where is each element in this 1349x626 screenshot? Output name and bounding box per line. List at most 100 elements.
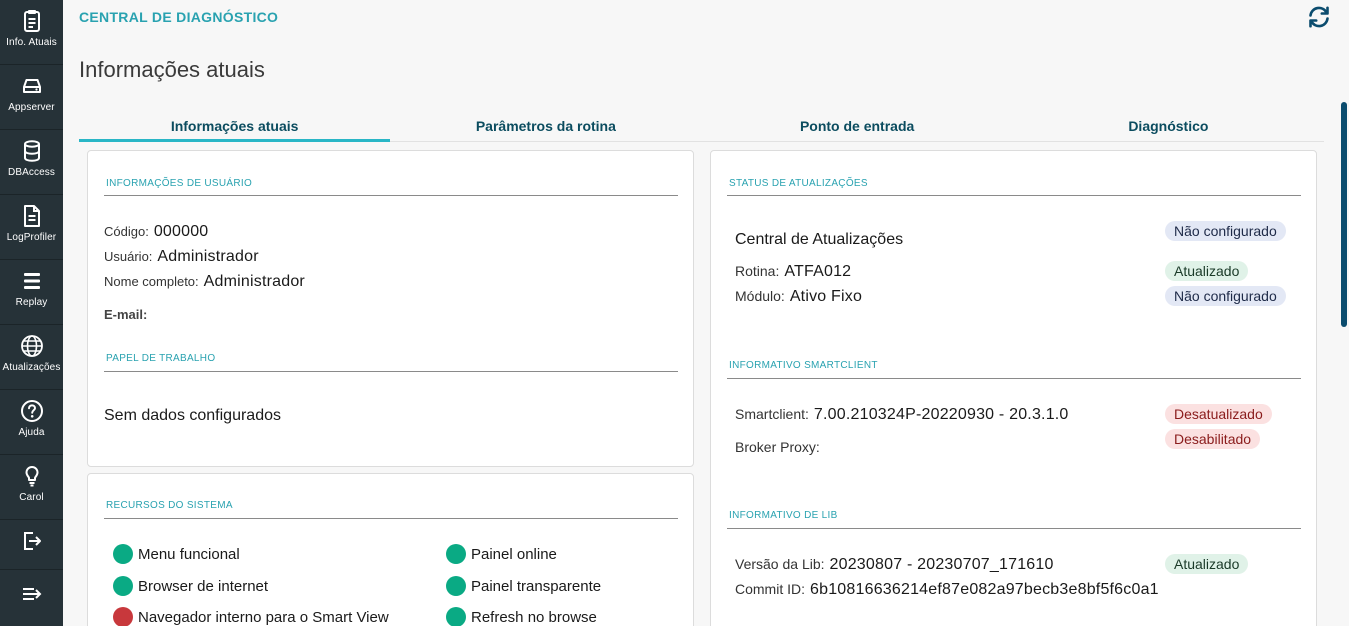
tab-ponto-de-entrada[interactable]: Ponto de entrada xyxy=(702,110,1013,141)
collapse-menu-icon xyxy=(20,582,44,606)
resource-item: Painel transparente xyxy=(446,576,601,596)
replay-icon xyxy=(20,269,44,293)
resource-item: Menu funcional xyxy=(113,544,240,564)
work-paper-empty-text: Sem dados configurados xyxy=(104,407,281,424)
commit-id-label: Commit ID: xyxy=(735,581,805,597)
divider xyxy=(104,518,678,519)
resource-item: Painel online xyxy=(446,544,557,564)
section-title-smartclient: INFORMATIVO SMARTCLIENT xyxy=(729,360,878,371)
user-code-row: Código: 000000 xyxy=(104,223,208,241)
lib-version-label: Versão da Lib: xyxy=(735,556,825,572)
tab-informacoes-atuais[interactable]: Informações atuais xyxy=(79,110,391,142)
sidebar-item-logprofiler[interactable]: LogProfiler xyxy=(0,195,63,260)
sidebar-item-ajuda[interactable]: Ajuda xyxy=(0,390,63,455)
sidebar-item-label: Ajuda xyxy=(18,427,45,438)
sidebar-item-replay[interactable]: Replay xyxy=(0,260,63,325)
server-icon xyxy=(20,74,44,98)
tab-bar: Informações atuais Parâmetros da rotina … xyxy=(79,110,1324,142)
resource-label: Menu funcional xyxy=(138,545,240,563)
broker-proxy-row: Broker Proxy: xyxy=(735,439,825,457)
status-badge: Atualizado xyxy=(1165,554,1249,574)
status-ok-indicator xyxy=(446,576,466,596)
scrollbar-thumb[interactable] xyxy=(1341,102,1347,327)
sidebar-item-logout[interactable] xyxy=(0,520,63,570)
routine-label: Rotina: xyxy=(735,263,780,279)
divider xyxy=(727,195,1301,196)
help-icon xyxy=(20,399,44,423)
commit-id-row: Commit ID: 6b10816636214ef87e082a97becb3e… xyxy=(735,581,1159,599)
section-title-lib: INFORMATIVO DE LIB xyxy=(729,510,838,521)
full-name-value: Administrador xyxy=(203,273,305,290)
sidebar-item-label: Appserver xyxy=(8,102,55,113)
email-label: E-mail: xyxy=(104,307,148,322)
status-badge: Não configurado xyxy=(1165,286,1286,306)
tab-parametros-da-rotina[interactable]: Parâmetros da rotina xyxy=(390,110,701,141)
clipboard-icon xyxy=(20,9,44,33)
section-title-update-status: STATUS DE ATUALIZAÇÕES xyxy=(729,178,868,189)
status-badge: Desatualizado xyxy=(1165,404,1272,424)
commit-id-value: 6b10816636214ef87e082a97becb3e8bf5f6c0a1 xyxy=(810,581,1159,598)
system-resources-card: RECURSOS DO SISTEMA Menu funcional Paine… xyxy=(87,473,694,626)
globe-icon xyxy=(20,334,44,358)
logout-icon xyxy=(20,529,44,553)
status-ok-indicator xyxy=(113,544,133,564)
refresh-icon xyxy=(1309,6,1329,28)
refresh-button[interactable] xyxy=(1306,4,1332,30)
module-value: Ativo Fixo xyxy=(789,288,863,305)
resource-label: Refresh no browse xyxy=(471,608,597,626)
status-ok-indicator xyxy=(446,544,466,564)
status-ok-indicator xyxy=(446,607,466,626)
resource-item: Navegador interno para o Smart View xyxy=(113,607,389,626)
status-badge: Atualizado xyxy=(1165,261,1249,281)
broker-proxy-label: Broker Proxy: xyxy=(735,439,820,455)
resource-label: Painel online xyxy=(471,545,557,563)
lib-version-value: 20230807 - 20230707_171610 xyxy=(829,556,1054,573)
resource-item: Browser de internet xyxy=(113,576,268,596)
user-name-value: Administrador xyxy=(157,248,259,265)
user-code-label: Código: xyxy=(104,224,149,239)
file-text-icon xyxy=(20,204,44,228)
module-label: Módulo: xyxy=(735,288,785,304)
sidebar-item-label: Info. Atuais xyxy=(6,37,57,48)
lightbulb-icon xyxy=(20,464,44,488)
routine-row: Rotina: ATFA012 xyxy=(735,263,851,281)
resource-label: Painel transparente xyxy=(471,577,602,595)
status-error-indicator xyxy=(113,607,133,626)
sidebar-item-dbaccess[interactable]: DBAccess xyxy=(0,130,63,195)
page-title: Informações atuais xyxy=(79,57,265,82)
sidebar-item-label: LogProfiler xyxy=(6,232,57,243)
smartclient-value: 7.00.210324P-20220930 - 20.3.1.0 xyxy=(813,406,1069,423)
sidebar-item-label: Atualizações xyxy=(2,362,61,373)
user-code-value: 000000 xyxy=(153,223,209,240)
user-name-label: Usuário: xyxy=(104,249,153,264)
section-title-user-info: INFORMAÇÕES DE USUÁRIO xyxy=(106,178,253,189)
app-title: CENTRAL DE DIAGNÓSTICO xyxy=(79,9,279,25)
status-badge: Desabilitado xyxy=(1165,429,1261,449)
sidebar-item-atualizacoes[interactable]: Atualizações xyxy=(0,325,63,390)
smartclient-label: Smartclient: xyxy=(735,406,809,422)
resource-item: Refresh no browse xyxy=(446,607,597,626)
tab-diagnostico[interactable]: Diagnóstico xyxy=(1013,110,1324,141)
divider xyxy=(104,371,678,372)
update-center-label: Central de Atualizações xyxy=(735,231,904,248)
status-ok-indicator xyxy=(113,576,133,596)
resource-label: Browser de internet xyxy=(138,577,269,595)
resource-label: Navegador interno para o Smart View xyxy=(138,608,389,626)
sidebar-item-label: DBAccess xyxy=(8,167,55,178)
full-name-row: Nome completo: Administrador xyxy=(104,273,305,291)
smartclient-row: Smartclient: 7.00.210324P-20220930 - 20.3… xyxy=(735,406,1069,424)
sidebar-collapse-button[interactable] xyxy=(0,570,63,626)
sidebar-item-appserver[interactable]: Appserver xyxy=(0,65,63,130)
updates-card: STATUS DE ATUALIZAÇÕES Central de Atuali… xyxy=(710,150,1317,626)
divider xyxy=(104,195,678,196)
lib-version-row: Versão da Lib: 20230807 - 20230707_171610 xyxy=(735,556,1054,574)
email-row: E-mail: xyxy=(104,306,152,324)
sidebar-item-carol[interactable]: Carol xyxy=(0,455,63,520)
divider xyxy=(727,528,1301,529)
sidebar-item-info-atuais[interactable]: Info. Atuais xyxy=(0,0,63,65)
sidebar: Info. Atuais Appserver DBAccess LogProfi… xyxy=(0,0,63,626)
status-badge: Não configurado xyxy=(1165,221,1286,241)
sidebar-item-label: Replay xyxy=(15,297,48,308)
section-title-work-paper: PAPEL DE TRABALHO xyxy=(106,353,216,364)
module-row: Módulo: Ativo Fixo xyxy=(735,288,862,306)
